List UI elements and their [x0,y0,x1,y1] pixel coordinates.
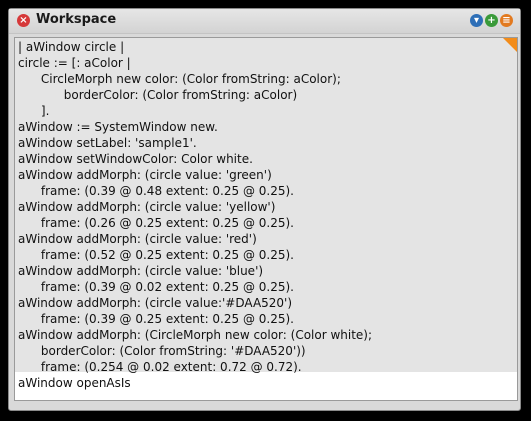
code-line: borderColor: (Color fromString: '#DAA520… [18,344,306,358]
code-line: frame: (0.26 @ 0.25 extent: 0.25 @ 0.25)… [18,216,294,230]
code-line: aWindow addMorph: (circle value: 'blue') [18,264,264,278]
code-line: ]. [18,104,50,118]
code-lines: | aWindow circle | circle := [: aColor |… [18,39,372,391]
code-line: aWindow addMorph: (CircleMorph new color… [18,328,373,342]
code-line: frame: (0.39 @ 0.48 extent: 0.25 @ 0.25)… [18,184,294,198]
collapse-icon[interactable]: ▾ [470,14,483,27]
code-line: | aWindow circle | [18,40,125,54]
code-line: CircleMorph new color: (Color fromString… [18,72,341,86]
code-line: frame: (0.254 @ 0.02 extent: 0.72 @ 0.72… [18,360,302,374]
code-line: aWindow openAsIs [18,376,131,390]
title-bar[interactable]: × Workspace ▾ + ≡ [9,9,520,34]
expand-icon[interactable]: + [485,14,498,27]
window-menu-icon[interactable]: ≡ [500,14,513,27]
code-editor[interactable]: | aWindow circle | circle := [: aColor |… [14,37,518,401]
code-line: frame: (0.39 @ 0.02 extent: 0.25 @ 0.25)… [18,280,294,294]
code-line: aWindow addMorph: (circle value: 'red') [18,232,257,246]
workspace-window[interactable]: × Workspace ▾ + ≡ | aWindow circle | cir… [8,8,521,411]
code-line: aWindow setWindowColor: Color white. [18,152,253,166]
code-line: circle := [: aColor | [18,56,131,70]
code-line: aWindow addMorph: (circle value: 'yellow… [18,200,276,214]
code-line: borderColor: (Color fromString: aColor) [18,88,298,102]
resize-corner-icon[interactable] [503,38,517,52]
code-line: aWindow addMorph: (circle value:'#DAA520… [18,296,293,310]
code-line: frame: (0.39 @ 0.25 extent: 0.25 @ 0.25)… [18,312,294,326]
window-title: Workspace [36,12,117,27]
code-line: aWindow setLabel: 'sample1'. [18,136,197,150]
code-line: aWindow := SystemWindow new. [18,120,218,134]
close-icon[interactable]: × [17,14,30,27]
code-line: aWindow addMorph: (circle value: 'green'… [18,168,272,182]
code-line: frame: (0.52 @ 0.25 extent: 0.25 @ 0.25)… [18,248,294,262]
